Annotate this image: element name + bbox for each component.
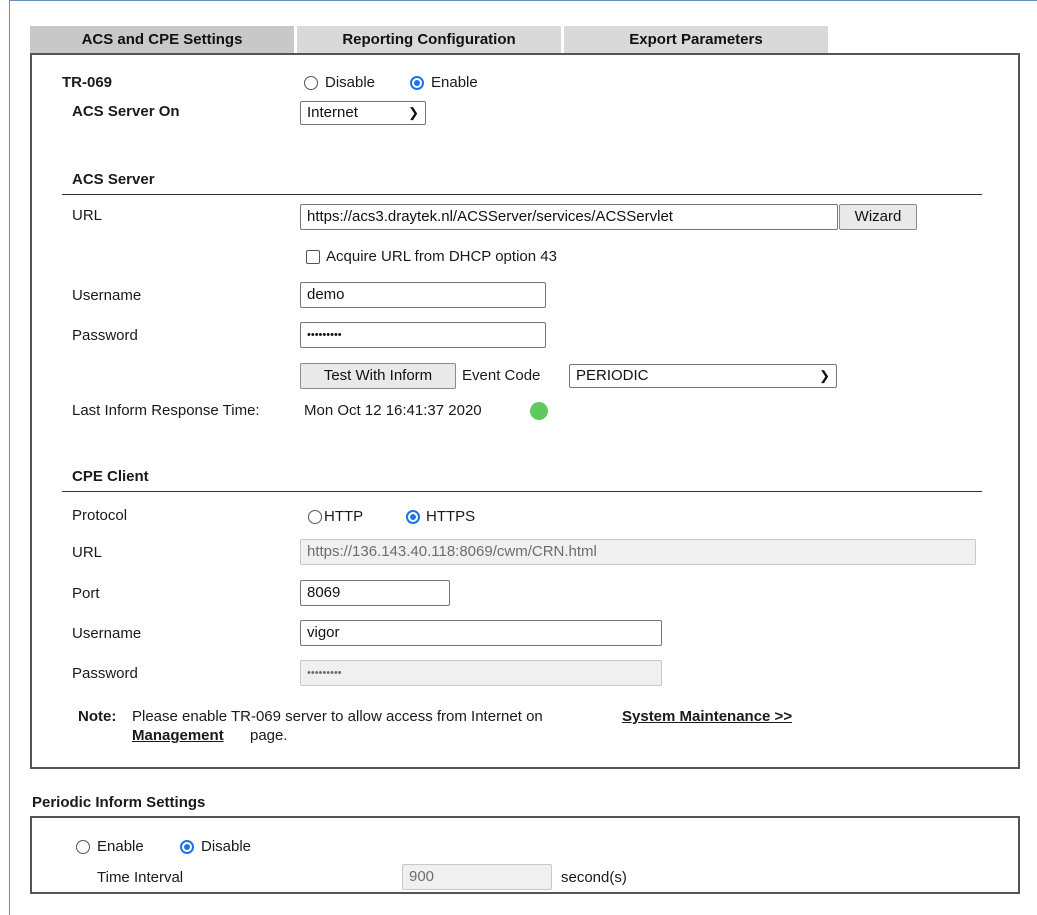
acs-password-label: Password [72,327,138,344]
protocol-https-radio[interactable] [406,510,420,524]
protocol-label: Protocol [72,507,128,524]
periodic-enable-label: Enable [97,838,144,855]
tr069-label: TR-069 [62,74,113,91]
tr069-enable-radio[interactable] [410,76,424,90]
tab-acs-cpe-settings[interactable]: ACS and CPE Settings [30,26,294,53]
last-inform-value: Mon Oct 12 16:41:37 2020 [304,402,482,419]
system-maintenance-link[interactable]: System Maintenance >> [622,708,792,725]
tr069-disable-label: Disable [325,74,376,91]
acs-username-label: Username [72,287,142,304]
acs-server-divider [62,194,982,195]
tr069-enable-label: Enable [431,74,478,91]
event-code-value: PERIODIC [576,367,649,384]
acs-password-input[interactable]: ••••••••• [300,322,546,348]
last-inform-label: Last Inform Response Time: [72,402,260,419]
tab-reporting-configuration[interactable]: Reporting Configuration [297,26,561,53]
periodic-disable-radio[interactable] [180,840,194,854]
acs-server-on-select[interactable]: Internet ❯ [300,101,426,125]
periodic-inform-heading: Periodic Inform Settings [32,794,206,811]
event-code-select[interactable]: PERIODIC ❯ [569,364,837,388]
tr069-disable-radio[interactable] [304,76,318,90]
port-label: Port [72,585,100,602]
test-with-inform-button[interactable]: Test With Inform [300,363,456,389]
acs-url-label: URL [72,207,103,224]
wizard-button[interactable]: Wizard [839,204,917,230]
periodic-enable-radio[interactable] [76,840,90,854]
acs-server-heading: ACS Server [72,171,155,188]
protocol-http-radio[interactable] [308,510,322,524]
cpe-username-label: Username [72,625,142,642]
time-interval-unit: second(s) [561,869,627,886]
cpe-username-input[interactable]: vigor [300,620,662,646]
page-frame-top [9,0,1037,1]
page-frame-left [9,0,10,915]
status-indicator-icon [530,402,548,420]
protocol-https-label: HTTPS [426,508,476,525]
time-interval-input: 900 [402,864,552,890]
acs-username-input[interactable]: demo [300,282,546,308]
cpe-client-divider [62,491,982,492]
time-interval-label: Time Interval [97,869,184,886]
note-text: Please enable TR-069 server to allow acc… [132,708,543,725]
periodic-disable-label: Disable [201,838,252,855]
cpe-client-heading: CPE Client [72,468,149,485]
cpe-url-input: https://136.143.40.118:8069/cwm/CRN.html [300,539,976,565]
management-link[interactable]: Management [132,727,224,744]
acs-server-on-value: Internet [307,104,358,121]
chevron-down-icon: ❯ [408,105,419,120]
note-prefix: Note: [78,708,117,725]
event-code-label: Event Code [462,367,541,384]
protocol-http-label: HTTP [324,508,364,525]
acs-url-input[interactable]: https://acs3.draytek.nl/ACSServer/servic… [300,204,838,230]
acs-server-on-label: ACS Server On [72,103,180,120]
dhcp-option43-checkbox[interactable] [306,250,320,264]
port-input[interactable]: 8069 [300,580,450,606]
tab-export-parameters[interactable]: Export Parameters [564,26,828,53]
chevron-down-icon: ❯ [819,368,830,383]
cpe-password-input: ••••••••• [300,660,662,686]
cpe-url-label: URL [72,544,103,561]
cpe-password-label: Password [72,665,138,682]
dhcp-option43-label: Acquire URL from DHCP option 43 [326,248,557,265]
note-suffix: page. [250,727,288,744]
